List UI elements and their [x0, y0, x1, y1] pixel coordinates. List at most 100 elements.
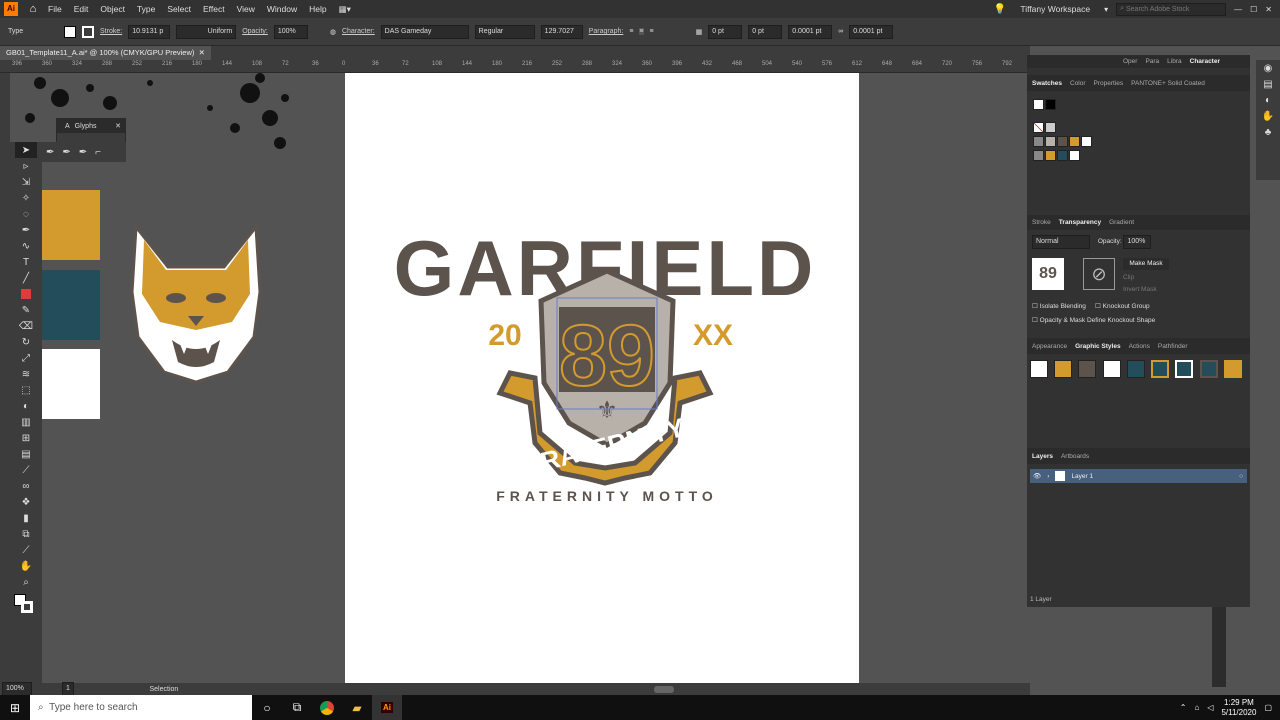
properties-icon[interactable]: ◉	[1257, 60, 1279, 76]
eraser-tool-icon[interactable]: ⌫	[15, 318, 37, 334]
close-glyphs-icon[interactable]: ✕	[115, 122, 121, 130]
rectangle-tool-icon[interactable]	[15, 286, 37, 302]
number-89-text[interactable]: 89	[558, 307, 656, 405]
align-left-icon[interactable]: ≡	[629, 28, 633, 35]
pen-tool-icon[interactable]: ✒	[46, 147, 54, 158]
ai-logo-icon[interactable]: Ai	[4, 2, 18, 16]
top-ruler[interactable]: 396 360 324 288 252 216 180 144 108 72 36 0 36 72 108 1…	[0, 60, 1030, 73]
add-anchor-icon[interactable]: ✒	[62, 147, 70, 158]
fraternity-motto-text[interactable]: FRATERNITY MOTTO	[496, 488, 718, 504]
stroke-swatch[interactable]	[82, 25, 94, 38]
current-tool-status[interactable]: Selection	[124, 686, 204, 693]
teal-color-swatch[interactable]	[38, 270, 100, 340]
direct-selection-tool-icon[interactable]: ▹	[15, 158, 37, 174]
graphic-style-teal-white[interactable]	[1175, 360, 1194, 378]
fill-swatch[interactable]	[64, 25, 76, 38]
horizontal-scroll-thumb[interactable]	[653, 685, 674, 693]
menu-effect[interactable]: Effect	[197, 4, 231, 14]
opacity-label[interactable]: Opacity:	[242, 28, 268, 35]
swatch-gray[interactable]	[1045, 136, 1056, 147]
tab-properties[interactable]: Properties	[1094, 80, 1124, 87]
zoom-tool-icon[interactable]: ⌕	[15, 574, 37, 590]
width-field[interactable]: 0.0001 pt	[788, 24, 833, 39]
opacity-mask-checkbox[interactable]: ☐ Opacity & Mask Define Knockout Shape	[1032, 316, 1155, 324]
symbols-icon[interactable]: ♣	[1257, 124, 1279, 140]
graphic-style-brown[interactable]	[1078, 360, 1097, 378]
tab-layers[interactable]: Layers	[1032, 453, 1053, 460]
maximize-icon[interactable]: ☐	[1250, 5, 1257, 14]
warp-tool-icon[interactable]: ≋	[15, 366, 37, 382]
layers-icon[interactable]: ◐	[1257, 92, 1279, 108]
swatch-teal[interactable]	[1057, 150, 1068, 161]
align-center-icon[interactable]: ≡	[639, 28, 644, 35]
graph-tool-icon[interactable]: ▮	[15, 510, 37, 526]
graphic-style-teal-brown[interactable]	[1199, 360, 1218, 378]
clip-checkbox[interactable]: Clip	[1123, 274, 1134, 281]
swatch-registration[interactable]	[1045, 122, 1056, 133]
tab-appearance[interactable]: Appearance	[1032, 343, 1067, 350]
swatch-gold-2[interactable]	[1045, 150, 1056, 161]
left-ruler[interactable]	[0, 73, 10, 683]
menu-view[interactable]: View	[231, 4, 261, 14]
tab-transparency[interactable]: Transparency	[1059, 219, 1101, 226]
document-tab[interactable]: GB01_Template11_A.ai* @ 100% (CMYK/GPU P…	[0, 46, 211, 60]
illustrator-taskbar-icon[interactable]: Ai	[372, 695, 402, 720]
menu-object[interactable]: Object	[94, 4, 131, 14]
gradient-tool-icon[interactable]: ▤	[15, 446, 37, 462]
cortana-icon[interactable]: ○	[252, 695, 282, 720]
tab-swatches[interactable]: Swatches	[1032, 80, 1062, 87]
tab-pantone[interactable]: PANTONE+ Solid Coated	[1131, 80, 1205, 87]
page-number-field[interactable]: 1	[62, 682, 74, 696]
eyedropper-tool-icon[interactable]: ⟋	[15, 462, 37, 478]
year-left-text[interactable]: 20	[488, 319, 521, 352]
swatch-brown[interactable]	[1057, 136, 1068, 147]
white-color-swatch[interactable]	[38, 349, 100, 419]
tab-color[interactable]: Color	[1070, 80, 1086, 87]
stock-search-input[interactable]: ⌕ Search Adobe Stock	[1116, 2, 1227, 16]
blend-mode-select[interactable]: Normal	[1032, 235, 1090, 249]
align-right-icon[interactable]: ≡	[650, 28, 654, 35]
font-family-select[interactable]: DAS Gameday	[380, 24, 469, 39]
file-explorer-icon[interactable]: ▰	[342, 695, 372, 720]
swatch-folder[interactable]	[1033, 136, 1044, 147]
artboard[interactable]: GARFIELD 20 XX 89 ⚜ FRATERNITY FRATERNIT…	[345, 73, 859, 683]
menu-file[interactable]: File	[42, 4, 68, 14]
paragraph-label[interactable]: Paragraph:	[589, 28, 624, 35]
font-size-field[interactable]: 129.7027	[540, 24, 583, 39]
height-field[interactable]: 0.0001 pt	[849, 24, 894, 39]
fleur-de-lis-icon[interactable]: ⚜	[596, 397, 618, 424]
tab-opentype[interactable]: Oper	[1123, 58, 1137, 65]
graphic-style-teal[interactable]	[1126, 360, 1145, 378]
fraternity-logo-artwork[interactable]: GARFIELD 20 XX 89 ⚜ FRATERNITY FRATERNIT…	[345, 73, 859, 683]
tab-paragraph[interactable]: Para	[1145, 58, 1159, 65]
blend-tool-icon[interactable]: ∞	[15, 478, 37, 494]
menu-window[interactable]: Window	[261, 4, 303, 14]
windows-start-icon[interactable]: ⊞	[0, 695, 30, 720]
lasso-tool-icon[interactable]: ◌	[15, 206, 37, 222]
font-style-select[interactable]: Regular	[474, 24, 535, 39]
invert-mask-checkbox[interactable]: Invert Mask	[1123, 286, 1157, 293]
tab-artboards[interactable]: Artboards	[1061, 453, 1089, 460]
isolate-blending-checkbox[interactable]: ☐ Isolate Blending	[1032, 302, 1086, 310]
stroke-weight-field[interactable]: 10.9131 p	[128, 24, 171, 39]
y-field[interactable]: 0 pt	[748, 24, 783, 39]
artboard-tool-icon[interactable]: ⧉	[15, 526, 37, 542]
tab-graphic-styles[interactable]: Graphic Styles	[1075, 343, 1121, 350]
pen-tool-icon[interactable]: ✒	[15, 222, 37, 238]
tray-chevron-icon[interactable]: ⌃	[1180, 703, 1187, 712]
volume-icon[interactable]: ◁	[1207, 703, 1213, 712]
mesh-tool-icon[interactable]: ⊞	[15, 430, 37, 446]
visibility-eye-icon[interactable]: 👁	[1033, 472, 1041, 480]
symbol-sprayer-tool-icon[interactable]: ❖	[15, 494, 37, 510]
fill-stroke-widget[interactable]	[10, 590, 42, 614]
layer-name[interactable]: Layer 1	[1071, 473, 1093, 480]
swatch-white[interactable]	[1033, 99, 1044, 110]
swatch-black[interactable]	[1045, 99, 1056, 110]
network-icon[interactable]: ⌂	[1194, 703, 1199, 712]
bobcat-mascot-image[interactable]	[128, 222, 264, 384]
workspace-switcher[interactable]: Tiffany Workspace	[1014, 4, 1096, 14]
close-icon[interactable]: ✕	[1265, 5, 1272, 14]
menu-select[interactable]: Select	[161, 4, 197, 14]
stroke-profile-select[interactable]: Uniform	[176, 24, 237, 39]
make-mask-button[interactable]: Make Mask	[1123, 258, 1169, 270]
